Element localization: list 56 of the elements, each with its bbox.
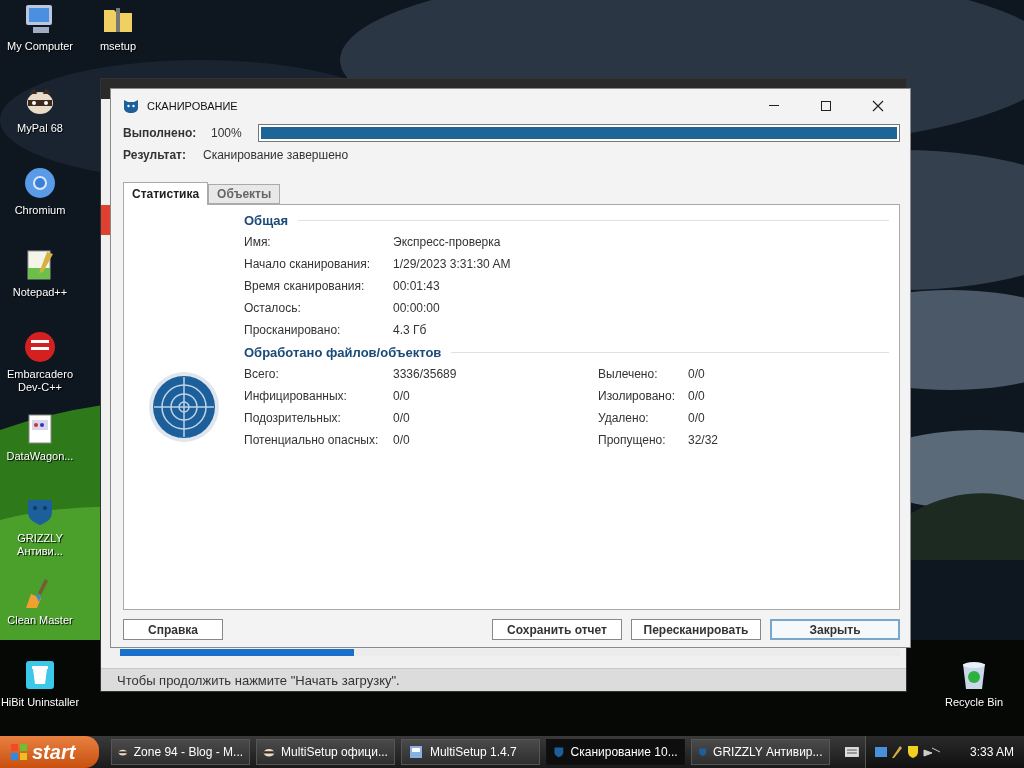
stat-label: Всего: [244,367,280,381]
stat-value: 4.3 Гб [393,323,427,337]
taskbar-button[interactable]: MultiSetup офици... [256,739,395,765]
tab[interactable]: Статистика [123,182,209,205]
dialog-button[interactable]: Сохранить отчет [492,619,622,640]
stat-label: Потенциально опасных: [244,433,380,447]
stat-value: 0/0 [688,367,705,381]
status-text: Чтобы продолжить нажмите "Начать загрузку". [117,672,400,688]
progress-value: 100% [211,126,242,140]
stat-label: Инфицированных: [244,389,348,403]
stat-label: Пропущено: [598,433,667,447]
stat-value: 1/29/2023 3:31:30 AM [393,257,511,271]
icon-label[interactable]: msetup [99,40,137,53]
taskbar-button[interactable]: Сканирование 10... [545,739,685,765]
stat-label: Время сканирования: [244,279,366,293]
icon-label[interactable]: Recycle Bin [944,696,1004,709]
stat-value: 00:00:00 [393,301,440,315]
stat-value: 00:01:43 [393,279,440,293]
section-heading: Общая [244,212,289,228]
progress-label: Выполнено: [123,126,198,140]
icon-label[interactable]: Notepad++ [12,286,68,299]
stat-label: Имя: [244,235,272,249]
icon-label[interactable]: Chromium [14,204,66,217]
taskbar-button[interactable]: Zone 94 - Blog - M... [111,739,251,765]
stat-label: Удалено: [598,411,650,425]
stat-label: Просканировано: [244,323,342,337]
clock: 3:33 AM [970,745,1014,759]
stat-label: Изолировано: [598,389,676,403]
icon-label[interactable]: Embarcadero Dev-C++ [0,368,80,394]
section-heading: Обработано файлов/объектов [244,344,442,360]
stat-label: Вылечено: [598,367,659,381]
stat-value: 32/32 [688,433,719,447]
tab[interactable]: Объекты [208,184,281,204]
stat-value: 3336/35689 [393,367,457,381]
stat-value: 0/0 [393,389,410,403]
stat-value: 0/0 [688,389,705,403]
icon-label[interactable]: My Computer [7,40,73,53]
result-label: Результат: [123,148,187,162]
window-title: СКАНИРОВАНИЕ [147,99,239,112]
icon-label[interactable]: MyPal 68 [17,122,63,135]
stat-value: 0/0 [393,411,410,425]
stat-value: 0/0 [393,433,410,447]
dialog-button[interactable]: Пересканировать [631,619,761,640]
stat-value: 0/0 [688,411,705,425]
result-value: Сканирование завершено [203,148,349,162]
stat-label: Начало сканирования: [244,257,372,271]
icon-label[interactable]: DataWagon... [6,450,74,463]
dialog-button[interactable]: Закрыть [770,619,900,640]
taskbar-button[interactable]: MultiSetup 1.4.7 [400,739,540,765]
taskbar-button[interactable]: GRIZZLY Антивир... [690,739,830,765]
stat-label: Осталось: [244,301,302,315]
dialog-button[interactable]: Справка [123,619,223,640]
stat-value: Экспресс-проверка [393,235,501,249]
start-button[interactable]: start [0,736,100,768]
stat-label: Подозрительных: [244,411,342,425]
icon-label[interactable]: HiBit Uninstaller [0,696,80,709]
